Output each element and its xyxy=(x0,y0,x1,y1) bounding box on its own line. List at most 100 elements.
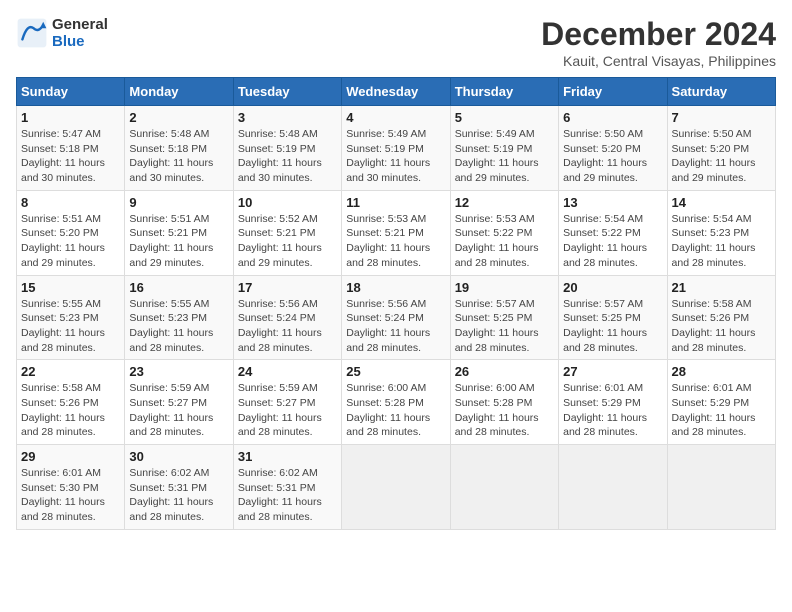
table-row: 8 Sunrise: 5:51 AM Sunset: 5:20 PM Daylig… xyxy=(17,190,125,275)
table-row: 27 Sunrise: 6:01 AM Sunset: 5:29 PM Dayli… xyxy=(559,360,667,445)
table-row: 22 Sunrise: 5:58 AM Sunset: 5:26 PM Dayli… xyxy=(17,360,125,445)
day-number: 22 xyxy=(21,364,120,379)
day-info: Sunrise: 6:01 AM Sunset: 5:29 PM Dayligh… xyxy=(672,381,771,440)
table-row: 4Sunrise: 5:49 AM Sunset: 5:19 PM Daylig… xyxy=(342,106,450,191)
day-number: 8 xyxy=(21,195,120,210)
header: General Blue December 2024 Kauit, Centra… xyxy=(16,16,776,69)
calendar-week-row: 15 Sunrise: 5:55 AM Sunset: 5:23 PM Dayli… xyxy=(17,275,776,360)
table-row: 21Sunrise: 5:58 AM Sunset: 5:26 PM Dayli… xyxy=(667,275,775,360)
table-row: 10 Sunrise: 5:52 AM Sunset: 5:21 PM Dayli… xyxy=(233,190,341,275)
day-number: 4 xyxy=(346,110,445,125)
day-number: 10 xyxy=(238,195,337,210)
day-number: 29 xyxy=(21,449,120,464)
table-row: 7 Sunrise: 5:50 AM Sunset: 5:20 PM Daylig… xyxy=(667,106,775,191)
table-row xyxy=(342,445,450,530)
day-number: 2 xyxy=(129,110,228,125)
calendar-week-row: 22 Sunrise: 5:58 AM Sunset: 5:26 PM Dayli… xyxy=(17,360,776,445)
day-number: 16 xyxy=(129,280,228,295)
day-info: Sunrise: 5:50 AM Sunset: 5:20 PM Dayligh… xyxy=(563,127,662,186)
calendar-week-row: 8 Sunrise: 5:51 AM Sunset: 5:20 PM Daylig… xyxy=(17,190,776,275)
day-info: Sunrise: 5:57 AM Sunset: 5:25 PM Dayligh… xyxy=(563,297,662,356)
table-row: 24Sunrise: 5:59 AM Sunset: 5:27 PM Dayli… xyxy=(233,360,341,445)
day-info: Sunrise: 5:50 AM Sunset: 5:20 PM Dayligh… xyxy=(672,127,771,186)
table-row xyxy=(559,445,667,530)
col-friday: Friday xyxy=(559,78,667,106)
day-info: Sunrise: 5:54 AM Sunset: 5:23 PM Dayligh… xyxy=(672,212,771,271)
day-number: 14 xyxy=(672,195,771,210)
day-number: 11 xyxy=(346,195,445,210)
title-area: December 2024 Kauit, Central Visayas, Ph… xyxy=(541,16,776,69)
table-row: 3 Sunrise: 5:48 AM Sunset: 5:19 PM Daylig… xyxy=(233,106,341,191)
table-row: 28 Sunrise: 6:01 AM Sunset: 5:29 PM Dayli… xyxy=(667,360,775,445)
day-number: 12 xyxy=(455,195,554,210)
day-info: Sunrise: 5:47 AM Sunset: 5:18 PM Dayligh… xyxy=(21,127,120,186)
col-thursday: Thursday xyxy=(450,78,558,106)
day-info: Sunrise: 5:48 AM Sunset: 5:19 PM Dayligh… xyxy=(238,127,337,186)
day-number: 23 xyxy=(129,364,228,379)
calendar-table: Sunday Monday Tuesday Wednesday Thursday… xyxy=(16,77,776,530)
day-info: Sunrise: 5:53 AM Sunset: 5:21 PM Dayligh… xyxy=(346,212,445,271)
day-info: Sunrise: 6:01 AM Sunset: 5:29 PM Dayligh… xyxy=(563,381,662,440)
day-number: 15 xyxy=(21,280,120,295)
table-row: 15 Sunrise: 5:55 AM Sunset: 5:23 PM Dayli… xyxy=(17,275,125,360)
day-info: Sunrise: 5:49 AM Sunset: 5:19 PM Dayligh… xyxy=(455,127,554,186)
col-saturday: Saturday xyxy=(667,78,775,106)
day-info: Sunrise: 5:58 AM Sunset: 5:26 PM Dayligh… xyxy=(21,381,120,440)
day-info: Sunrise: 5:55 AM Sunset: 5:23 PM Dayligh… xyxy=(21,297,120,356)
day-info: Sunrise: 5:48 AM Sunset: 5:18 PM Dayligh… xyxy=(129,127,228,186)
day-info: Sunrise: 5:55 AM Sunset: 5:23 PM Dayligh… xyxy=(129,297,228,356)
table-row: 13Sunrise: 5:54 AM Sunset: 5:22 PM Dayli… xyxy=(559,190,667,275)
day-number: 27 xyxy=(563,364,662,379)
col-wednesday: Wednesday xyxy=(342,78,450,106)
page-title: December 2024 xyxy=(541,16,776,53)
col-monday: Monday xyxy=(125,78,233,106)
table-row: 26Sunrise: 6:00 AM Sunset: 5:28 PM Dayli… xyxy=(450,360,558,445)
day-info: Sunrise: 5:59 AM Sunset: 5:27 PM Dayligh… xyxy=(129,381,228,440)
logo: General Blue xyxy=(16,16,108,50)
table-row: 18 Sunrise: 5:56 AM Sunset: 5:24 PM Dayli… xyxy=(342,275,450,360)
day-number: 20 xyxy=(563,280,662,295)
table-row: 11 Sunrise: 5:53 AM Sunset: 5:21 PM Dayli… xyxy=(342,190,450,275)
page-subtitle: Kauit, Central Visayas, Philippines xyxy=(541,53,776,69)
table-row: 29Sunrise: 6:01 AM Sunset: 5:30 PM Dayli… xyxy=(17,445,125,530)
table-row: 2 Sunrise: 5:48 AM Sunset: 5:18 PM Daylig… xyxy=(125,106,233,191)
table-row: 17 Sunrise: 5:56 AM Sunset: 5:24 PM Dayli… xyxy=(233,275,341,360)
table-row: 14 Sunrise: 5:54 AM Sunset: 5:23 PM Dayli… xyxy=(667,190,775,275)
table-row: 30 Sunrise: 6:02 AM Sunset: 5:31 PM Dayli… xyxy=(125,445,233,530)
logo-icon xyxy=(16,17,48,49)
day-info: Sunrise: 6:00 AM Sunset: 5:28 PM Dayligh… xyxy=(346,381,445,440)
day-number: 6 xyxy=(563,110,662,125)
day-info: Sunrise: 5:56 AM Sunset: 5:24 PM Dayligh… xyxy=(346,297,445,356)
table-row: 23 Sunrise: 5:59 AM Sunset: 5:27 PM Dayli… xyxy=(125,360,233,445)
day-info: Sunrise: 5:59 AM Sunset: 5:27 PM Dayligh… xyxy=(238,381,337,440)
calendar-week-row: 1 Sunrise: 5:47 AM Sunset: 5:18 PM Daylig… xyxy=(17,106,776,191)
day-info: Sunrise: 5:51 AM Sunset: 5:20 PM Dayligh… xyxy=(21,212,120,271)
day-number: 7 xyxy=(672,110,771,125)
table-row: 19 Sunrise: 5:57 AM Sunset: 5:25 PM Dayli… xyxy=(450,275,558,360)
table-row: 1 Sunrise: 5:47 AM Sunset: 5:18 PM Daylig… xyxy=(17,106,125,191)
day-info: Sunrise: 5:53 AM Sunset: 5:22 PM Dayligh… xyxy=(455,212,554,271)
table-row xyxy=(667,445,775,530)
calendar-week-row: 29Sunrise: 6:01 AM Sunset: 5:30 PM Dayli… xyxy=(17,445,776,530)
day-number: 17 xyxy=(238,280,337,295)
day-number: 19 xyxy=(455,280,554,295)
table-row: 20 Sunrise: 5:57 AM Sunset: 5:25 PM Dayli… xyxy=(559,275,667,360)
day-info: Sunrise: 5:52 AM Sunset: 5:21 PM Dayligh… xyxy=(238,212,337,271)
day-info: Sunrise: 5:57 AM Sunset: 5:25 PM Dayligh… xyxy=(455,297,554,356)
day-number: 30 xyxy=(129,449,228,464)
day-number: 31 xyxy=(238,449,337,464)
table-row: 25 Sunrise: 6:00 AM Sunset: 5:28 PM Dayli… xyxy=(342,360,450,445)
table-row xyxy=(450,445,558,530)
day-number: 28 xyxy=(672,364,771,379)
day-number: 18 xyxy=(346,280,445,295)
day-number: 1 xyxy=(21,110,120,125)
table-row: 16 Sunrise: 5:55 AM Sunset: 5:23 PM Dayli… xyxy=(125,275,233,360)
day-number: 5 xyxy=(455,110,554,125)
day-info: Sunrise: 6:02 AM Sunset: 5:31 PM Dayligh… xyxy=(129,466,228,525)
day-number: 25 xyxy=(346,364,445,379)
day-info: Sunrise: 5:54 AM Sunset: 5:22 PM Dayligh… xyxy=(563,212,662,271)
day-number: 26 xyxy=(455,364,554,379)
day-info: Sunrise: 5:56 AM Sunset: 5:24 PM Dayligh… xyxy=(238,297,337,356)
day-number: 3 xyxy=(238,110,337,125)
table-row: 31Sunrise: 6:02 AM Sunset: 5:31 PM Dayli… xyxy=(233,445,341,530)
